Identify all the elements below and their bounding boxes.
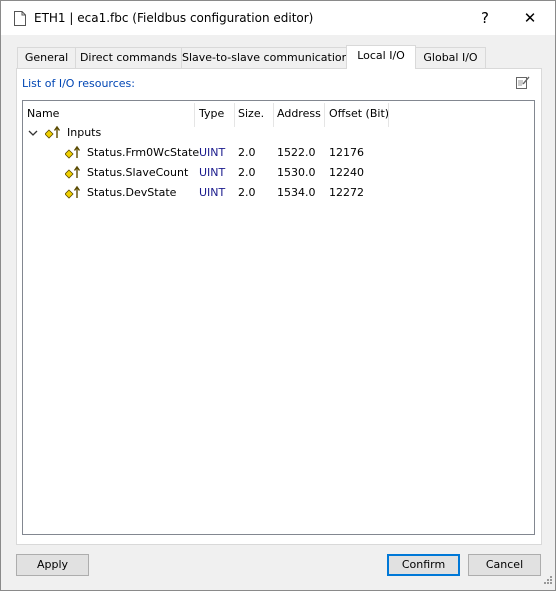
row-size: 2.0 — [238, 166, 256, 179]
tree-group-label: Inputs — [67, 126, 102, 139]
column-header-address[interactable]: Address — [277, 107, 321, 123]
dialog-window: ETH1 | eca1.fbc (Fieldbus configuration … — [0, 0, 556, 591]
local-io-panel: List of I/O resources: Name Type Size. A… — [16, 68, 542, 545]
row-type: UINT — [199, 146, 226, 159]
tab-global-io[interactable]: Global I/O — [415, 47, 486, 68]
input-variable-icon — [64, 184, 81, 203]
confirm-button[interactable]: Confirm — [387, 554, 460, 576]
tab-slave-to-slave-communication[interactable]: Slave-to-slave communication — [181, 47, 349, 68]
input-variable-icon — [64, 144, 81, 163]
column-header-type[interactable]: Type — [199, 107, 224, 123]
apply-button[interactable]: Apply — [16, 554, 89, 576]
table-row[interactable]: Status.Frm0WcState UINT 2.0 1522.0 12176 — [23, 143, 532, 163]
input-group-icon — [44, 124, 61, 143]
tab-direct-commands[interactable]: Direct commands — [75, 47, 182, 68]
edit-icon[interactable] — [516, 75, 530, 92]
column-header-name[interactable]: Name — [27, 107, 59, 123]
row-name: Status.DevState — [87, 186, 177, 199]
row-address: 1522.0 — [277, 146, 316, 159]
tab-strip: General Direct commands Slave-to-slave c… — [17, 45, 542, 69]
row-name: Status.Frm0WcState — [87, 146, 200, 159]
title-bar: ETH1 | eca1.fbc (Fieldbus configuration … — [1, 1, 555, 35]
document-icon — [14, 11, 26, 29]
io-resource-table[interactable]: Name Type Size. Address Offset (Bit) Inp… — [22, 100, 535, 535]
tree-group-inputs[interactable]: Inputs — [23, 123, 532, 143]
row-address: 1534.0 — [277, 186, 316, 199]
input-variable-icon — [64, 164, 81, 183]
table-row[interactable]: Status.SlaveCount UINT 2.0 1530.0 12240 — [23, 163, 532, 183]
list-label: List of I/O resources: — [22, 77, 135, 90]
row-offset: 12272 — [329, 186, 364, 199]
column-header-size[interactable]: Size. — [238, 107, 264, 123]
row-size: 2.0 — [238, 146, 256, 159]
table-row[interactable]: Status.DevState UINT 2.0 1534.0 12272 — [23, 183, 532, 203]
tab-general[interactable]: General — [17, 47, 76, 68]
row-offset: 12176 — [329, 146, 364, 159]
row-address: 1530.0 — [277, 166, 316, 179]
row-name: Status.SlaveCount — [87, 166, 189, 179]
chevron-down-icon[interactable] — [28, 127, 38, 140]
row-offset: 12240 — [329, 166, 364, 179]
row-size: 2.0 — [238, 186, 256, 199]
resize-grip-icon[interactable] — [543, 575, 553, 588]
column-header-offset[interactable]: Offset (Bit) — [329, 107, 389, 123]
close-button[interactable]: ✕ — [515, 5, 545, 31]
help-button[interactable]: ? — [471, 5, 499, 31]
cancel-button[interactable]: Cancel — [468, 554, 541, 576]
row-type: UINT — [199, 186, 226, 199]
row-type: UINT — [199, 166, 226, 179]
window-title: ETH1 | eca1.fbc (Fieldbus configuration … — [34, 11, 314, 25]
tab-local-io[interactable]: Local I/O — [346, 45, 416, 69]
